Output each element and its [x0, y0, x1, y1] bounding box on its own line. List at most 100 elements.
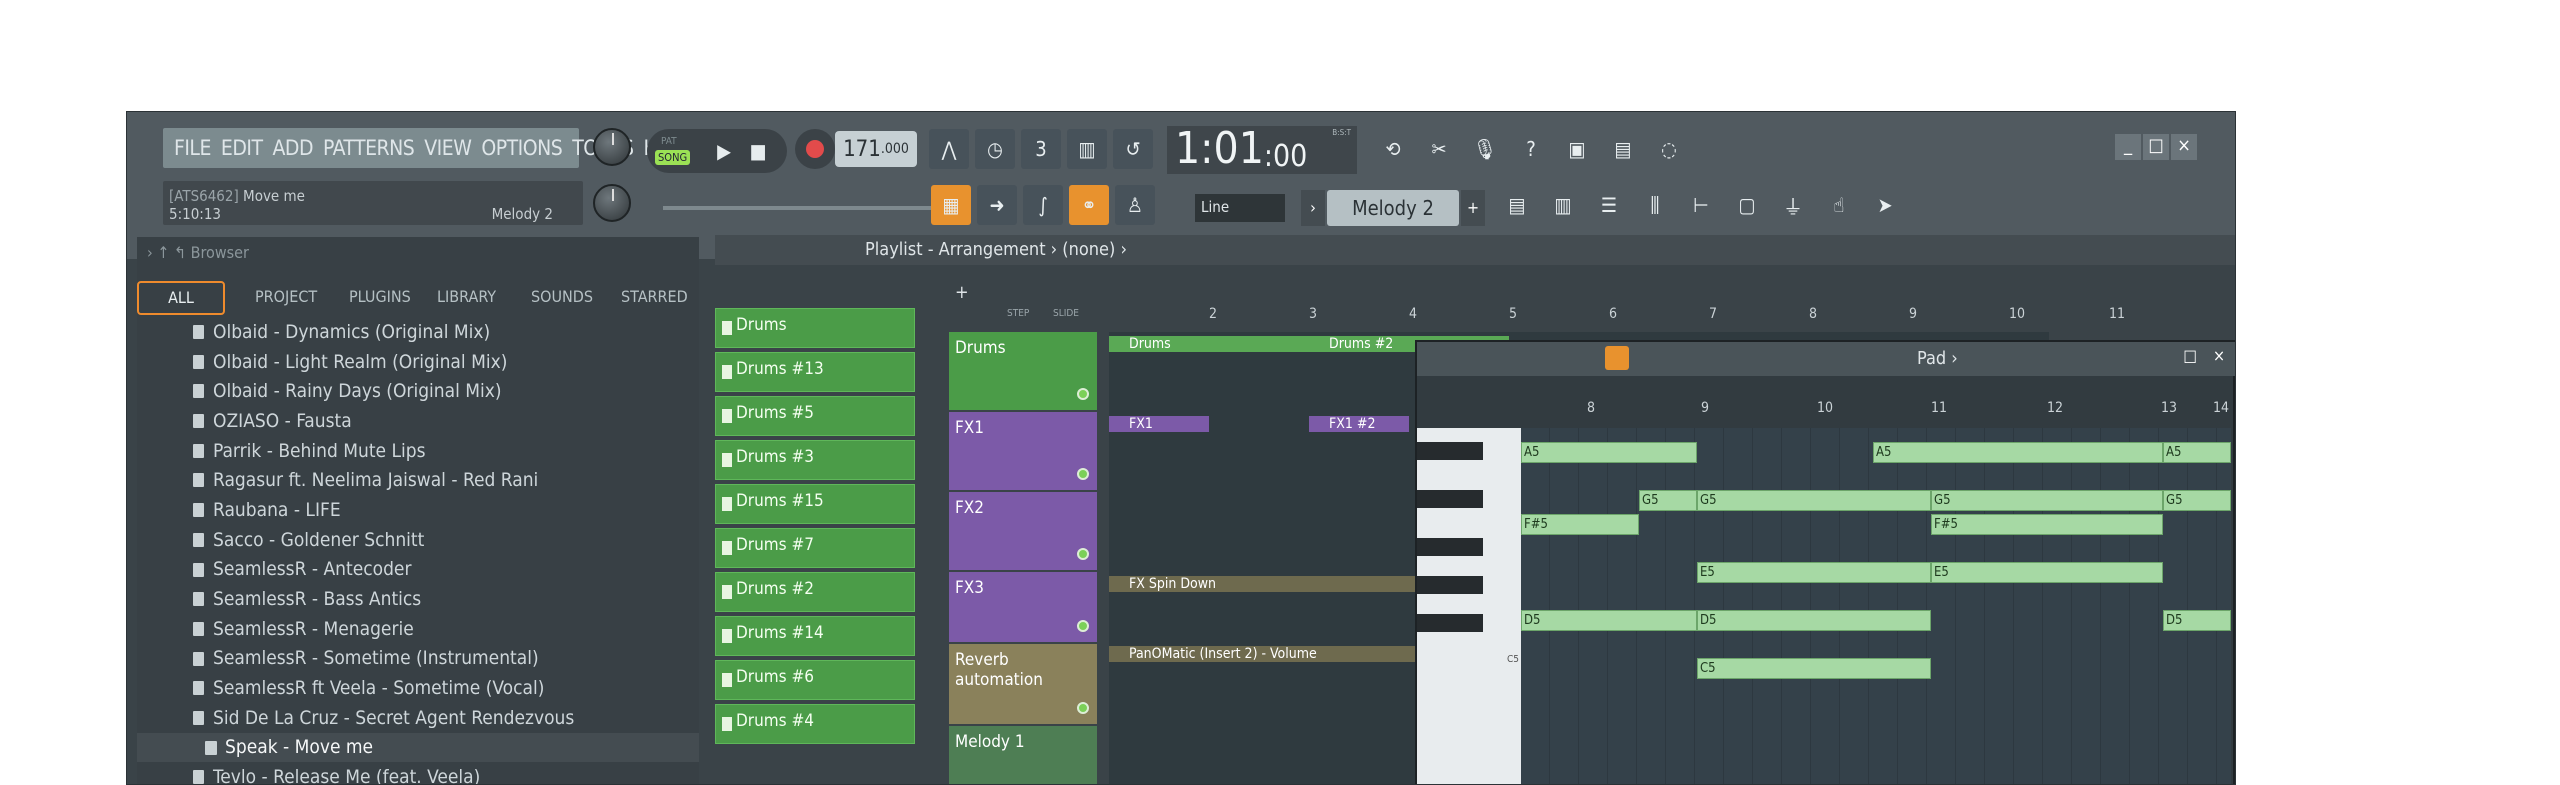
track-enable-icon[interactable] [1077, 702, 1089, 714]
arrow-icon[interactable]: ➜ [977, 185, 1017, 225]
undo-icon[interactable]: ⟲ [1373, 129, 1413, 169]
note[interactable]: D5 [2163, 610, 2231, 631]
track-enable-icon[interactable] [1077, 548, 1089, 560]
loop-record-icon[interactable]: ↺ [1113, 129, 1153, 169]
note[interactable]: G5 [1639, 490, 1697, 511]
list-item[interactable]: Ragasur ft. Neelima Jaiswal - Red Rani [137, 465, 699, 495]
list-item[interactable]: Sid De La Cruz - Secret Agent Rendezvous [137, 703, 699, 733]
list-item[interactable]: Olbaid - Rainy Days (Original Mix) [137, 376, 699, 406]
track-enable-icon[interactable] [1077, 388, 1089, 400]
note[interactable]: G5 [1931, 490, 2163, 511]
pattern-prev-icon[interactable]: › [1301, 190, 1325, 226]
pattern-item[interactable]: Drums #15 [715, 484, 915, 524]
list-item[interactable]: Tevlo - Release Me (feat. Veela) [137, 762, 699, 784]
step-edit-icon[interactable]: ▥ [1067, 129, 1107, 169]
list-item[interactable]: SeamlessR - Sometime (Instrumental) [137, 644, 699, 674]
record-button[interactable] [795, 129, 835, 169]
track-enable-icon[interactable] [1077, 468, 1089, 480]
playlist-icon[interactable]: ▤ [1497, 185, 1537, 225]
piano-roll-icon[interactable]: ▥ [1543, 185, 1583, 225]
close-icon[interactable]: × [2213, 346, 2225, 365]
chat-icon[interactable]: ◌ [1649, 129, 1689, 169]
countdown-icon[interactable]: 3 [1021, 129, 1061, 169]
minimize-icon[interactable]: _ [2115, 134, 2141, 160]
help-icon[interactable]: ? [1511, 129, 1551, 169]
note[interactable]: F#5 [1521, 514, 1639, 535]
step-label[interactable]: STEP [1007, 308, 1029, 319]
list-item[interactable]: SeamlessR - Menagerie [137, 614, 699, 644]
menu-add[interactable]: ADD [268, 136, 319, 160]
pattern-item[interactable]: Drums #5 [715, 396, 915, 436]
note[interactable]: G5 [2163, 490, 2231, 511]
black-key[interactable] [1417, 614, 1483, 632]
clip-drums[interactable]: Drums [1109, 336, 1309, 352]
tab-project[interactable]: PROJECT [255, 287, 317, 306]
snap-selector[interactable]: Line [1195, 194, 1285, 222]
maximize-icon[interactable]: □ [2143, 134, 2169, 160]
browser-icon[interactable]: ▢ [1727, 185, 1767, 225]
note[interactable]: D5 [1521, 610, 1697, 631]
note-grid[interactable]: A5 A5 A5 G5 G5 G5 G5 F#5 F#5 E5 E5 D5 D5… [1521, 428, 2231, 784]
pattern-item[interactable]: Drums #7 [715, 528, 915, 568]
track-enable-icon[interactable] [1077, 620, 1089, 632]
list-item[interactable]: OZIASO - Fausta [137, 406, 699, 436]
list-item[interactable]: Olbaid - Light Realm (Original Mix) [137, 347, 699, 377]
add-track-icon[interactable]: + [955, 282, 969, 303]
list-item[interactable]: SeamlessR - Bass Antics [137, 584, 699, 614]
piano-keyboard[interactable]: C5 [1417, 428, 1521, 784]
tab-all[interactable]: ALL [137, 281, 225, 315]
pattern-item[interactable]: Drums #4 [715, 704, 915, 744]
track-header[interactable]: Melody 1 [949, 726, 1097, 784]
list-item[interactable]: Sacco - Goldener Schnitt [137, 525, 699, 555]
list-item[interactable]: Parrik - Behind Mute Lips [137, 436, 699, 466]
menu-edit[interactable]: EDIT [216, 136, 268, 160]
note[interactable]: C5 [1697, 658, 1931, 679]
list-item[interactable]: Olbaid - Dynamics (Original Mix) [137, 317, 699, 347]
black-key[interactable] [1417, 576, 1483, 594]
pattern-item[interactable]: Drums #3 [715, 440, 915, 480]
track-header[interactable]: Drums [949, 332, 1097, 410]
tempo-display[interactable]: 171.000 [835, 131, 917, 167]
slide-label[interactable]: SLIDE [1053, 308, 1079, 319]
play-icon[interactable]: ▶ [709, 131, 739, 171]
close-icon[interactable]: × [2171, 134, 2197, 160]
note[interactable]: E5 [1931, 562, 2163, 583]
cut-icon[interactable]: ✂ [1419, 129, 1459, 169]
typing-keyboard-icon[interactable]: ▦ [931, 185, 971, 225]
menu-patterns[interactable]: PATTERNS [318, 136, 419, 160]
tab-plugins[interactable]: PLUGINS [349, 287, 411, 306]
plugin-picker-icon[interactable]: ➤ [1865, 185, 1905, 225]
black-key[interactable] [1417, 490, 1483, 508]
pattern-selector[interactable]: Melody 2 [1327, 190, 1459, 226]
touch-icon[interactable]: ☝ [1819, 185, 1859, 225]
maximize-icon[interactable]: □ [2183, 346, 2197, 365]
menu-file[interactable]: FILE [169, 136, 216, 160]
track-header[interactable]: Reverb automation [949, 644, 1097, 724]
pattern-item[interactable]: Drums #2 [715, 572, 915, 612]
black-key[interactable] [1417, 538, 1483, 556]
project-tree-icon[interactable]: ⊢ [1681, 185, 1721, 225]
metronome-icon[interactable]: ⋀ [929, 129, 969, 169]
menu-options[interactable]: OPTIONS [476, 136, 567, 160]
playlist-ruler[interactable]: 2 3 4 5 6 7 8 9 10 11 [1109, 306, 2209, 328]
list-item[interactable]: Raubana - LIFE [137, 495, 699, 525]
save-icon[interactable]: ▣ [1557, 129, 1597, 169]
song-position-clock[interactable]: 1:01:00 B:S:T [1167, 123, 1357, 174]
pattern-item[interactable]: Drums #13 [715, 352, 915, 392]
draw-tool-icon[interactable] [1605, 346, 1629, 370]
stamp-icon[interactable]: ♙ [1115, 185, 1155, 225]
master-pitch-knob[interactable] [593, 184, 631, 222]
clip-fx1-2[interactable]: FX1 #2 [1309, 416, 1409, 432]
list-item[interactable]: SeamlessR ft Veela - Sometime (Vocal) [137, 673, 699, 703]
mixer-icon[interactable]: ⫼ [1635, 185, 1675, 225]
note[interactable]: A5 [1873, 442, 2163, 463]
link-icon[interactable]: ⚭ [1069, 185, 1109, 225]
list-item-selected[interactable]: Speak - Move me [137, 732, 699, 763]
add-pattern-icon[interactable]: + [1461, 190, 1485, 226]
render-icon[interactable]: ▤ [1603, 129, 1643, 169]
stop-icon[interactable]: ■ [743, 131, 773, 171]
tab-starred[interactable]: STARRED [621, 287, 688, 306]
note[interactable]: G5 [1697, 490, 1931, 511]
clip-fx1[interactable]: FX1 [1109, 416, 1209, 432]
pattern-item[interactable]: Drums [715, 308, 915, 348]
